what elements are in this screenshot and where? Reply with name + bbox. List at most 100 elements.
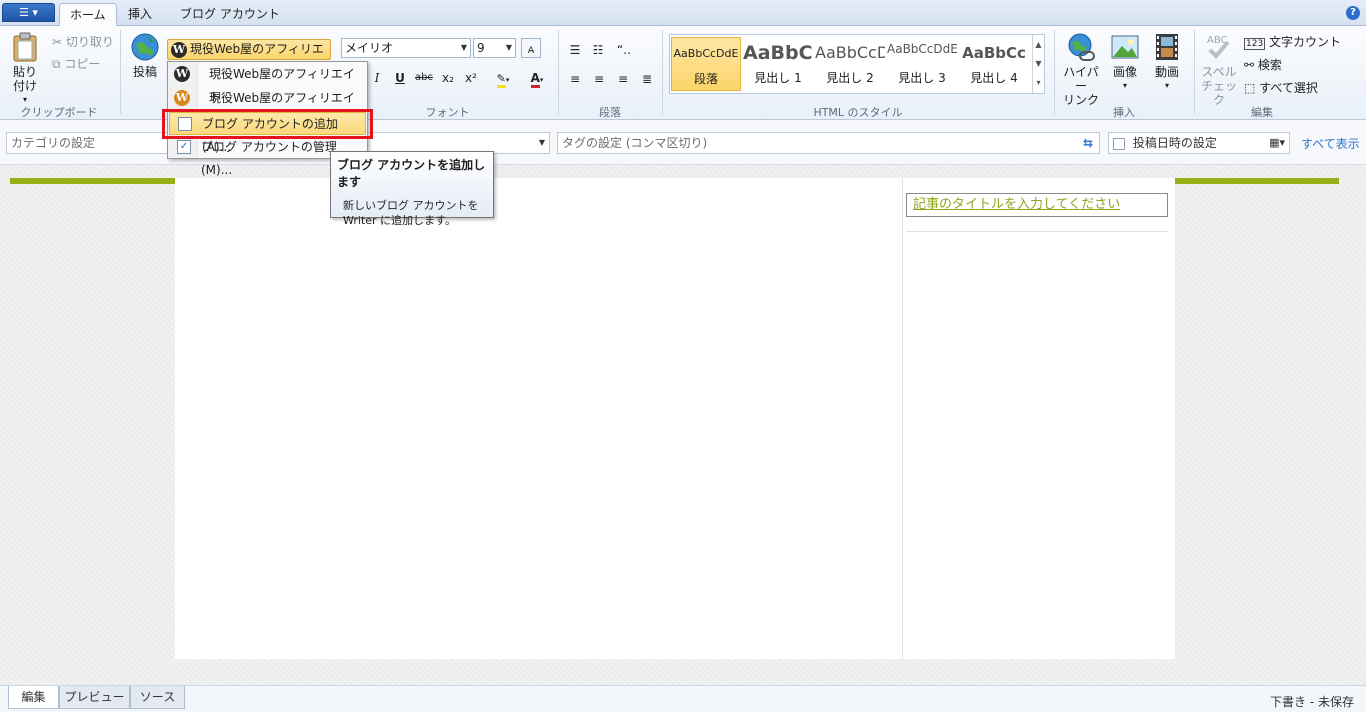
globe-icon bbox=[131, 33, 159, 61]
superscript-button[interactable]: x² bbox=[461, 68, 481, 88]
paragraph-group-label: 段落 bbox=[599, 106, 621, 119]
save-status: 下書き - 未保存 bbox=[1270, 695, 1354, 709]
subscript-button[interactable]: x₂ bbox=[438, 68, 458, 88]
align-right-button[interactable]: ≡ bbox=[613, 69, 633, 89]
bullet-list-button[interactable]: ☰ bbox=[565, 40, 585, 60]
menu-item-account-1[interactable]: W 現役Web屋のアフィリエイト bbox=[169, 63, 366, 104]
select-all-button[interactable]: ⬚ すべて選択 bbox=[1244, 79, 1318, 96]
style-heading-4[interactable]: AaBbCc 見出し 4 bbox=[959, 37, 1029, 91]
binoculars-icon: ⚯ bbox=[1244, 58, 1255, 72]
tab-blog-account[interactable]: ブログ アカウント bbox=[170, 3, 290, 26]
group-divider bbox=[662, 30, 663, 114]
edit-group-label: 編集 bbox=[1251, 106, 1273, 119]
show-all-link[interactable]: すべて表示 bbox=[1301, 135, 1360, 152]
style-name: 見出し 2 bbox=[826, 71, 874, 85]
sidebar-divider bbox=[902, 178, 903, 659]
tab-home[interactable]: ホーム bbox=[59, 3, 117, 26]
checkbox[interactable] bbox=[1113, 137, 1125, 150]
app-menu-button[interactable]: ☰ ▾ bbox=[2, 3, 55, 22]
align-left-button[interactable]: ≡ bbox=[565, 69, 585, 89]
group-divider bbox=[120, 30, 121, 114]
style-name: 見出し 3 bbox=[898, 71, 946, 85]
post-date-label: 投稿日時の設定 bbox=[1132, 136, 1217, 150]
help-icon[interactable]: ? bbox=[1346, 6, 1360, 20]
tooltip-body-line-2: Writer に追加します。 bbox=[343, 214, 456, 227]
tab-preview[interactable]: プレビュー bbox=[59, 686, 130, 709]
align-center-button[interactable]: ≡ bbox=[589, 69, 609, 89]
cut-label: 切り取り bbox=[65, 35, 114, 49]
style-name: 段落 bbox=[693, 72, 718, 86]
menu-item-account-2[interactable]: W 現役Web屋のアフィリエイト bbox=[169, 87, 366, 128]
style-name: 見出し 4 bbox=[970, 71, 1018, 85]
tab-insert[interactable]: 挿入 bbox=[118, 3, 162, 26]
post-title-input[interactable]: 記事のタイトルを入力してください bbox=[906, 193, 1168, 217]
tooltip: ブログ アカウントを追加します 新しいブログ アカウントを Writer に追加… bbox=[330, 151, 494, 227]
style-sample: AaBbCcD bbox=[815, 43, 885, 62]
hyperlink-icon bbox=[1068, 33, 1095, 61]
image-label: 画像 bbox=[1112, 65, 1137, 79]
align-right-icon: ≡ bbox=[617, 72, 629, 86]
tab-source[interactable]: ソース bbox=[130, 686, 185, 709]
font-name-select[interactable]: メイリオ ▼ bbox=[341, 38, 471, 58]
style-sample: AaBbCc bbox=[743, 42, 813, 64]
underline-button[interactable]: U bbox=[390, 68, 410, 88]
group-divider bbox=[1054, 30, 1055, 114]
insert-image-button[interactable]: 画像 ▾ bbox=[1106, 32, 1144, 93]
style-paragraph[interactable]: AaBbCcDdE 段落 bbox=[671, 37, 741, 91]
scroll-up-icon[interactable]: ▲ bbox=[1033, 35, 1044, 54]
spellcheck-icon: ABC bbox=[1207, 35, 1230, 59]
calendar-icon[interactable]: ▦▾ bbox=[1269, 133, 1285, 153]
justify-icon: ≣ bbox=[641, 72, 653, 86]
title-underline bbox=[906, 231, 1168, 232]
highlighter-icon: ✎ bbox=[496, 72, 506, 88]
chevron-down-icon: ▼ bbox=[538, 138, 545, 147]
tab-edit[interactable]: 編集 bbox=[8, 686, 59, 709]
paste-button[interactable]: 貼り付け ▾ bbox=[8, 32, 42, 107]
blockquote-button[interactable]: “‥ bbox=[614, 40, 634, 60]
group-divider bbox=[1194, 30, 1195, 114]
publish-label: 投稿 bbox=[132, 65, 157, 79]
post-date-field[interactable]: 投稿日時の設定 ▦▾ bbox=[1108, 132, 1290, 154]
numbered-list-button[interactable]: ☷ bbox=[588, 40, 608, 60]
cut-button[interactable]: ✂ 切り取り bbox=[52, 33, 114, 50]
copy-button[interactable]: ⧉ コピー bbox=[52, 55, 100, 72]
clear-format-button[interactable]: A̶ bbox=[521, 38, 541, 58]
word-count-button[interactable]: 123 文字カウント bbox=[1244, 33, 1341, 50]
highlight-button[interactable]: ✎▾ bbox=[488, 68, 518, 88]
copy-label: コピー bbox=[64, 57, 101, 71]
bottom-bar: 編集 プレビュー ソース 下書き - 未保存 bbox=[0, 685, 1366, 712]
spellcheck-button[interactable]: ABC スペル チェック bbox=[1198, 32, 1240, 107]
copy-icon: ⧉ bbox=[52, 57, 61, 71]
word-count-icon: 123 bbox=[1244, 38, 1266, 50]
gallery-expand-icon[interactable]: ▾ bbox=[1033, 73, 1044, 92]
font-size-select[interactable]: 9 ▼ bbox=[473, 38, 516, 58]
theme-accent-bar-right bbox=[1175, 178, 1339, 184]
font-size-value: 9 bbox=[477, 41, 485, 55]
select-all-label: すべて選択 bbox=[1259, 81, 1318, 95]
publish-button[interactable]: 投稿 bbox=[128, 32, 162, 79]
style-sample: AaBbCcDdE bbox=[887, 42, 957, 56]
refresh-icon[interactable]: ⇆ bbox=[1083, 133, 1093, 153]
style-heading-2[interactable]: AaBbCcD 見出し 2 bbox=[815, 37, 885, 91]
insert-video-button[interactable]: 動画 ▾ bbox=[1148, 32, 1186, 93]
blog-account-select[interactable]: W 現役Web屋のアフィリエイト ▾ bbox=[167, 39, 331, 75]
eraser-icon: A̶ bbox=[527, 46, 535, 56]
styles-group-label: HTML のスタイル bbox=[813, 106, 903, 119]
style-heading-1[interactable]: AaBbCc 見出し 1 bbox=[743, 37, 813, 91]
style-name: 見出し 1 bbox=[754, 71, 802, 85]
search-button[interactable]: ⚯ 検索 bbox=[1244, 56, 1282, 73]
scroll-down-icon[interactable]: ▼ bbox=[1033, 54, 1044, 73]
italic-button[interactable]: I bbox=[367, 68, 387, 88]
justify-button[interactable]: ≣ bbox=[637, 69, 657, 89]
gallery-scroll[interactable]: ▲ ▼ ▾ bbox=[1032, 35, 1044, 93]
tags-field[interactable]: タグの設定 (コンマ区切り) ⇆ bbox=[557, 132, 1100, 154]
style-heading-3[interactable]: AaBbCcDdE 見出し 3 bbox=[887, 37, 957, 91]
hyperlink-button[interactable]: ハイパー リンク bbox=[1058, 32, 1104, 107]
category-placeholder: カテゴリの設定 bbox=[11, 136, 96, 150]
font-color-button[interactable]: A▾ bbox=[522, 68, 552, 88]
image-icon bbox=[1111, 35, 1139, 59]
group-divider bbox=[558, 30, 559, 114]
quote-icon: “‥ bbox=[616, 43, 632, 57]
strikethrough-button[interactable]: abc bbox=[414, 68, 434, 88]
editor-page[interactable] bbox=[175, 178, 1175, 659]
